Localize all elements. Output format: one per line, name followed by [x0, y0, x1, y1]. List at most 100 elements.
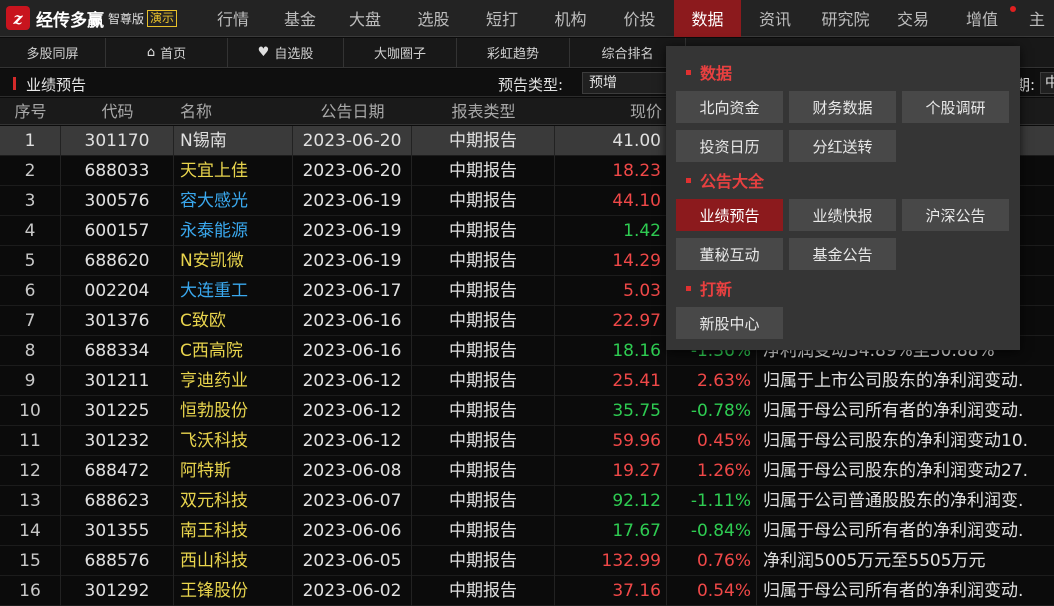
nav-item-research[interactable]: 研究院 [809, 0, 882, 37]
top-nav: z 经传多赢 智尊版 演示 行情 基金 大盘 选股 短打 机构 价投 数据 资讯… [0, 0, 1054, 37]
cell-report-type: 中期报告 [412, 516, 555, 546]
cell-name: C致欧 [174, 306, 293, 336]
title-marker [13, 77, 16, 90]
cell-seq: 10 [0, 396, 61, 426]
cell-date: 2023-06-12 [293, 396, 412, 426]
nav-item-screener[interactable]: 选股 [399, 0, 468, 37]
cell-price: 18.23 [555, 156, 667, 186]
table-row[interactable]: 14 301355 南王科技 2023-06-06 中期报告 17.67 -0.84% 归属于… [0, 516, 1054, 546]
period-select[interactable]: 中 [1040, 72, 1054, 94]
btn-dividends[interactable]: 分红送转 [789, 130, 896, 162]
btn-sh-sz-announcements[interactable]: 沪深公告 [902, 199, 1009, 231]
btn-investment-calendar[interactable]: 投资日历 [676, 130, 783, 162]
notification-dot [1010, 5, 1016, 12]
cell-code: 301211 [61, 366, 174, 396]
cell-name: 飞沃科技 [174, 426, 293, 456]
cell-report-type: 中期报告 [412, 396, 555, 426]
brand: z 经传多赢 智尊版 演示 [0, 0, 197, 37]
toolbar-watchlist[interactable]: ♥ 自选股 [228, 37, 344, 68]
cell-report-type: 中期报告 [412, 336, 555, 366]
cell-report-type: 中期报告 [412, 366, 555, 396]
cell-report-type: 中期报告 [412, 426, 555, 456]
cell-code: 301355 [61, 516, 174, 546]
cell-price: 14.29 [555, 246, 667, 276]
nav-item-more[interactable]: 主 [1020, 0, 1054, 37]
nav-item-quotes[interactable]: 行情 [197, 0, 269, 37]
btn-fund-announcements[interactable]: 基金公告 [789, 238, 896, 270]
cell-seq: 12 [0, 456, 61, 486]
cell-date: 2023-06-12 [293, 426, 412, 456]
cell-date: 2023-06-16 [293, 306, 412, 336]
table-row[interactable]: 12 688472 阿特斯 2023-06-08 中期报告 19.27 1.26% 归属于母公… [0, 456, 1054, 486]
cell-name: N安凯微 [174, 246, 293, 276]
cell-price: 92.12 [555, 486, 667, 516]
btn-financial-data[interactable]: 财务数据 [789, 91, 896, 123]
table-row[interactable]: 11 301232 飞沃科技 2023-06-12 中期报告 59.96 0.45% 归属于母… [0, 426, 1054, 456]
nav-item-data[interactable]: 数据 [674, 0, 741, 37]
menu-section-header: 打新 [686, 278, 732, 299]
nav-item-funds[interactable]: 基金 [269, 0, 331, 37]
cell-price: 41.00 [555, 126, 667, 156]
cell-code: 688472 [61, 456, 174, 486]
table-row[interactable]: 9 301211 亨迪药业 2023-06-12 中期报告 25.41 2.63% 归属于上市… [0, 366, 1054, 396]
cell-date: 2023-06-19 [293, 246, 412, 276]
cell-change: 0.45% [667, 426, 757, 456]
nav-item-institution[interactable]: 机构 [536, 0, 605, 37]
cell-code: 688623 [61, 486, 174, 516]
cell-code: 300576 [61, 186, 174, 216]
cell-seq: 13 [0, 486, 61, 516]
cell-code: 688576 [61, 546, 174, 576]
section-marker [686, 177, 691, 183]
header-seq[interactable]: 序号 [0, 98, 61, 125]
cell-price: 1.42 [555, 216, 667, 246]
cell-price: 132.99 [555, 546, 667, 576]
cell-code: 301170 [61, 126, 174, 156]
header-date[interactable]: 公告日期 [293, 98, 412, 125]
nav-item-news[interactable]: 资讯 [741, 0, 809, 37]
table-row[interactable]: 16 301292 王锋股份 2023-06-02 中期报告 37.16 0.54% 归属于母… [0, 576, 1054, 606]
nav-item-value[interactable]: 价投 [605, 0, 674, 37]
toolbar-rainbow-trend[interactable]: 彩虹趋势 [457, 37, 570, 68]
nav-item-trade[interactable]: 交易 [882, 0, 944, 37]
cell-date: 2023-06-16 [293, 336, 412, 366]
header-price[interactable]: 现价 [555, 98, 667, 125]
header-name[interactable]: 名称 [174, 98, 293, 125]
app-name: 经传多赢 [36, 10, 104, 31]
forecast-type-select[interactable]: 预增 [582, 72, 672, 94]
table-row[interactable]: 13 688623 双元科技 2023-06-07 中期报告 92.12 -1.11% 归属于… [0, 486, 1054, 516]
cell-description: 归属于母公司股东的净利润变动27. [763, 461, 1029, 481]
cell-name: 双元科技 [174, 486, 293, 516]
cell-report-type: 中期报告 [412, 216, 555, 246]
cell-change: 1.26% [667, 456, 757, 486]
cell-date: 2023-06-02 [293, 576, 412, 606]
section-title: 公告大全 [700, 172, 765, 191]
table-row[interactable]: 10 301225 恒勃股份 2023-06-12 中期报告 35.75 -0.78% 归属于… [0, 396, 1054, 426]
nav-item-shortterm[interactable]: 短打 [468, 0, 536, 37]
cell-seq: 14 [0, 516, 61, 546]
toolbar-home[interactable]: ⌂ 首页 [106, 37, 228, 68]
btn-earnings-forecast[interactable]: 业绩预告 [676, 199, 783, 231]
table-row[interactable]: 15 688576 西山科技 2023-06-05 中期报告 132.99 0.76% 净利润… [0, 546, 1054, 576]
cell-date: 2023-06-12 [293, 366, 412, 396]
btn-ipo-center[interactable]: 新股中心 [676, 307, 783, 339]
header-report-type[interactable]: 报表类型 [412, 98, 555, 125]
data-menu-dropdown: 数据 北向资金 财务数据 个股调研 投资日历 分红送转 公告大全 业绩预告 业绩快报 沪深公告 董秘… [666, 46, 1020, 350]
page-title: 业绩预告 [26, 76, 87, 94]
btn-northbound-funds[interactable]: 北向资金 [676, 91, 783, 123]
header-code[interactable]: 代码 [61, 98, 174, 125]
cell-report-type: 中期报告 [412, 456, 555, 486]
toolbar-multi-screen[interactable]: 多股同屏 [0, 37, 106, 68]
cell-price: 5.03 [555, 276, 667, 306]
nav-item-market[interactable]: 大盘 [331, 0, 399, 37]
cell-code: 600157 [61, 216, 174, 246]
btn-earnings-express[interactable]: 业绩快报 [789, 199, 896, 231]
btn-stock-research[interactable]: 个股调研 [902, 91, 1009, 123]
cell-name: N锡南 [174, 126, 293, 156]
nav-item-premium[interactable]: 增值 [944, 0, 1020, 37]
toolbar-experts[interactable]: 大咖圈子 [344, 37, 457, 68]
cell-change: -1.11% [667, 486, 757, 516]
btn-board-secretary-qa[interactable]: 董秘互动 [676, 238, 783, 270]
cell-price: 19.27 [555, 456, 667, 486]
cell-report-type: 中期报告 [412, 486, 555, 516]
cell-seq: 15 [0, 546, 61, 576]
